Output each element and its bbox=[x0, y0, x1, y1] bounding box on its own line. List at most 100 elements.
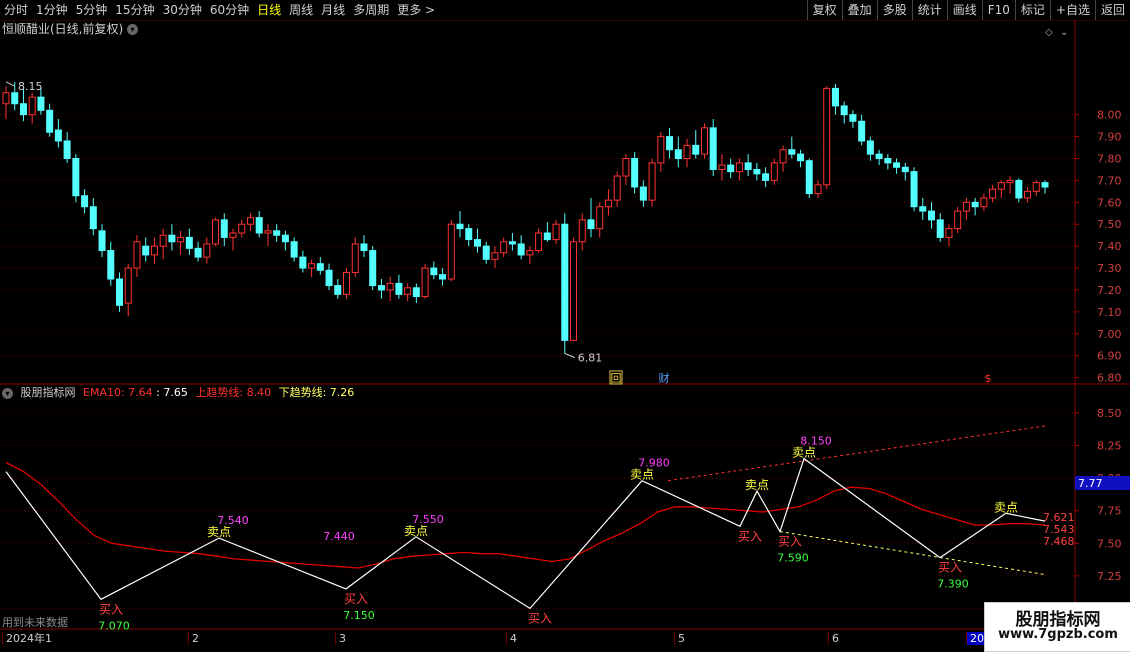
indicator-dropdown-icon[interactable]: ▾ bbox=[2, 387, 13, 399]
candle-body-50 bbox=[439, 274, 447, 280]
stock-chart[interactable]: 8.00 7.90 7.80 7.70 7.60 7.50 7.40 7.30 7.20 7.10… bbox=[0, 0, 1130, 650]
ind-y-label-5: 7.25 bbox=[1097, 570, 1122, 583]
candle-body-100 bbox=[875, 153, 883, 160]
candle-body-14 bbox=[124, 267, 132, 304]
high-marker-line bbox=[5, 81, 15, 87]
candle-body-12 bbox=[107, 250, 115, 280]
candle-body-7 bbox=[63, 140, 71, 160]
candle-body-57 bbox=[500, 241, 508, 254]
price-y-label-9: 7.10 bbox=[1097, 306, 1122, 319]
candle-body-62 bbox=[543, 232, 551, 241]
candle-body-33 bbox=[290, 241, 298, 258]
indicator-header: ▾ 股朋指标网 EMA10: 7.64 : 7.65 上趋势线: 8.40 下趋… bbox=[2, 386, 358, 400]
candle-body-78 bbox=[683, 144, 691, 160]
price-y-label-2: 7.80 bbox=[1097, 153, 1122, 166]
candle-body-21 bbox=[185, 236, 193, 249]
price-y-label-8: 7.20 bbox=[1097, 284, 1122, 297]
x-axis-label-1: 2 bbox=[188, 632, 199, 645]
peak-value-0: 7.540 bbox=[217, 514, 249, 527]
candle-body-48 bbox=[421, 267, 429, 298]
candle-body-2 bbox=[19, 103, 27, 116]
event-marker-0: 回 bbox=[611, 372, 622, 385]
candle-body-76 bbox=[666, 136, 674, 151]
low-marker-label: 6.81 bbox=[578, 352, 603, 365]
candle-body-103 bbox=[901, 166, 909, 173]
candle-body-101 bbox=[884, 158, 892, 164]
candle-body-6 bbox=[54, 129, 62, 142]
candle-body-105 bbox=[919, 206, 927, 212]
peak-value-2: 7.550 bbox=[412, 513, 444, 526]
down-trend-label: 下趋势线: 7.26 bbox=[278, 386, 355, 399]
buy-signal-1: 买入 bbox=[344, 592, 368, 606]
candle-body-4 bbox=[37, 96, 45, 111]
buy-value-4: 7.590 bbox=[777, 552, 809, 565]
candle-body-0 bbox=[2, 92, 10, 105]
candle-body-17 bbox=[150, 245, 158, 256]
candle-body-89 bbox=[779, 149, 787, 164]
candle-body-104 bbox=[910, 171, 918, 208]
candle-body-99 bbox=[866, 140, 874, 155]
ema-extra: : 7.65 bbox=[156, 386, 188, 399]
price-y-label-1: 7.90 bbox=[1097, 131, 1122, 144]
candle-body-31 bbox=[273, 230, 281, 236]
x-axis: 2024年1 2 3 4 5 6 202 bbox=[0, 630, 1075, 650]
buy-signal-3: 买入 bbox=[738, 529, 762, 543]
candle-body-58 bbox=[508, 241, 516, 245]
candle-body-71 bbox=[622, 158, 630, 177]
candle-body-84 bbox=[735, 162, 743, 173]
candle-body-22 bbox=[194, 247, 202, 258]
candle-body-66 bbox=[578, 219, 586, 243]
sell-signal-1: 卖点 bbox=[404, 524, 428, 538]
candle-body-65 bbox=[570, 241, 578, 341]
panel-collapse-icon: ⌄ bbox=[1060, 27, 1068, 38]
buy-signal-4: 买入 bbox=[778, 535, 802, 549]
candle-body-69 bbox=[604, 199, 612, 208]
candle-body-26 bbox=[229, 232, 237, 238]
candle-body-30 bbox=[264, 230, 272, 234]
current-value-label: 7.77 bbox=[1078, 477, 1103, 490]
candle-body-95 bbox=[831, 87, 839, 107]
candle-body-25 bbox=[220, 219, 228, 238]
candle-body-92 bbox=[805, 160, 813, 195]
price-y-label-12: 6.80 bbox=[1097, 372, 1122, 385]
title-dropdown-icon[interactable]: ▾ bbox=[127, 24, 139, 35]
candle-body-60 bbox=[526, 250, 534, 256]
zigzag-line bbox=[5, 457, 1046, 610]
candle-body-97 bbox=[849, 114, 857, 122]
candle-body-75 bbox=[657, 136, 665, 164]
candle-body-77 bbox=[674, 149, 682, 160]
candle-body-72 bbox=[631, 158, 639, 188]
candle-body-19 bbox=[168, 234, 176, 243]
right-value-2: 7.468 bbox=[1043, 535, 1075, 548]
candle-body-37 bbox=[325, 269, 333, 287]
buy-signal-0: 买入 bbox=[99, 602, 123, 616]
candle-body-27 bbox=[238, 223, 246, 234]
buy-signal-5: 买入 bbox=[938, 561, 962, 575]
candle-body-74 bbox=[648, 162, 656, 201]
candle-body-93 bbox=[814, 184, 822, 195]
candle-body-43 bbox=[377, 285, 385, 291]
sell-signal-5: 卖点 bbox=[994, 500, 1018, 514]
candle-body-46 bbox=[404, 287, 412, 295]
candle-body-34 bbox=[299, 256, 307, 269]
up-trend-line bbox=[667, 425, 1046, 482]
candle-body-107 bbox=[936, 219, 944, 238]
ind-y-label-4: 7.50 bbox=[1097, 537, 1122, 550]
candle-body-38 bbox=[334, 285, 342, 295]
candle-body-18 bbox=[159, 234, 167, 247]
candle-body-44 bbox=[386, 282, 394, 291]
candle-body-94 bbox=[823, 87, 831, 186]
candle-body-5 bbox=[46, 109, 54, 133]
candle-body-116 bbox=[1015, 179, 1023, 199]
candle-body-39 bbox=[343, 271, 351, 295]
candle-body-73 bbox=[639, 186, 647, 201]
candle-body-109 bbox=[954, 210, 962, 230]
candle-body-113 bbox=[989, 188, 997, 199]
peak-value-1: 7.440 bbox=[323, 530, 355, 543]
candle-body-45 bbox=[395, 282, 403, 295]
candle-body-59 bbox=[517, 243, 525, 256]
candle-body-80 bbox=[700, 127, 708, 155]
candle-body-47 bbox=[412, 287, 420, 298]
candle-body-110 bbox=[962, 201, 970, 212]
candle-body-118 bbox=[1032, 182, 1040, 192]
